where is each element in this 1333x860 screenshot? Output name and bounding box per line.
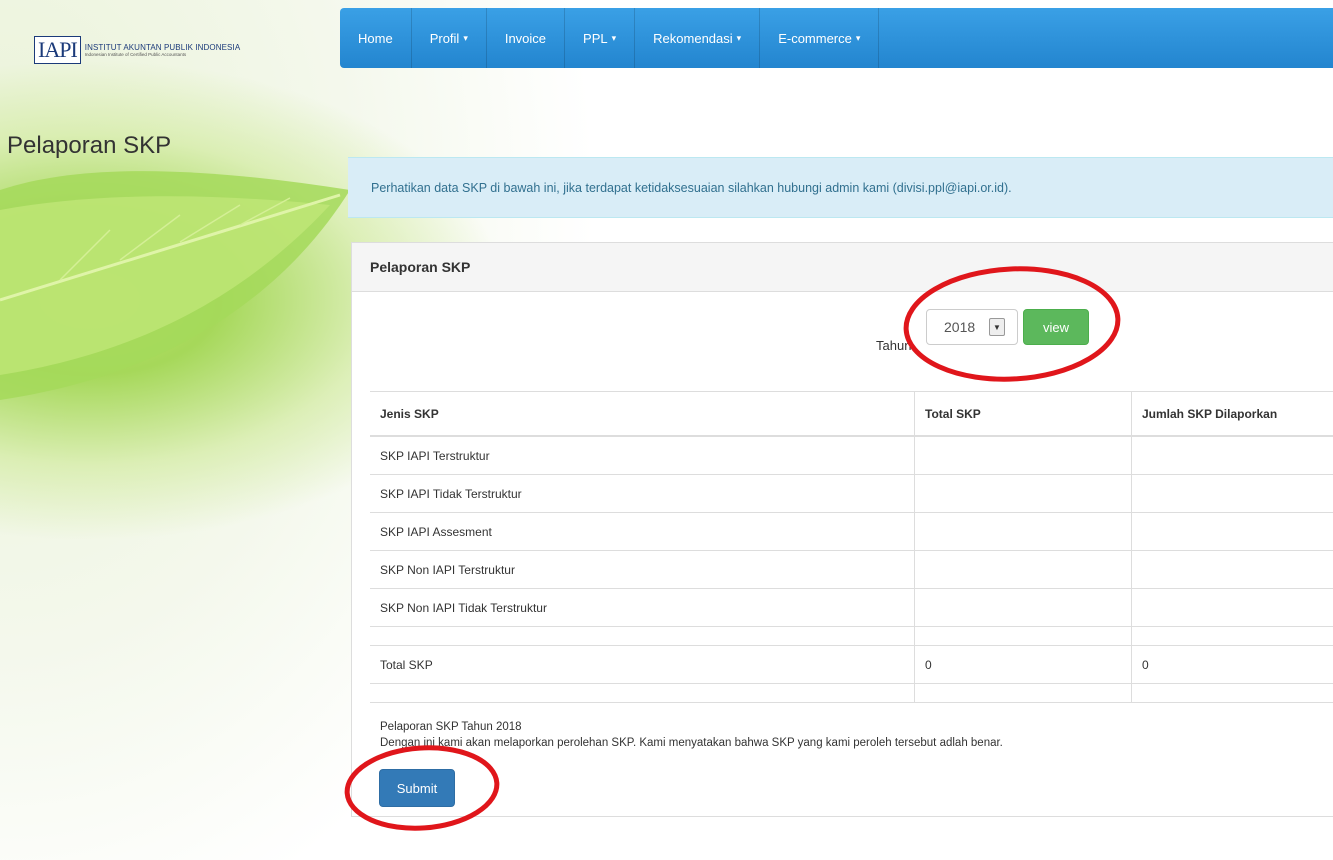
- table-cell: [914, 683, 1132, 703]
- info-alert: Perhatikan data SKP di bawah ini, jika t…: [348, 157, 1333, 218]
- logo-subtitle: Indonesian Institute of Certified Public…: [84, 52, 187, 57]
- skp-panel: Pelaporan SKP Tahun 2018 ▼ view Jenis SK…: [351, 242, 1333, 817]
- caret-down-icon: ▾: [463, 32, 468, 43]
- year-value: 2018: [944, 319, 976, 335]
- table-cell: 0: [914, 645, 1132, 684]
- panel-heading: Pelaporan SKP: [352, 243, 1333, 292]
- table-cell: [914, 588, 1132, 627]
- nav-home[interactable]: Home: [340, 8, 412, 68]
- column-header: Total SKP: [914, 391, 1132, 437]
- report-declaration: Dengan ini kami akan melaporkan peroleha…: [380, 737, 1003, 749]
- table-row: SKP IAPI Assesment: [370, 512, 1333, 551]
- table-row-total: Total SKP 0 0: [370, 645, 1333, 684]
- table-row: SKP Non IAPI Terstruktur: [370, 550, 1333, 589]
- skp-table: Jenis SKP Total SKP Jumlah SKP Dilaporka…: [370, 391, 1333, 703]
- nav-ecommerce[interactable]: E-commerce ▾: [760, 8, 880, 68]
- table-cell: SKP IAPI Terstruktur: [370, 436, 915, 475]
- table-cell: [914, 512, 1132, 551]
- view-button[interactable]: view: [1023, 309, 1089, 345]
- nav-ppl[interactable]: PPL ▾: [565, 8, 636, 68]
- table-cell: [370, 683, 915, 703]
- year-label: Tahun: [876, 338, 912, 353]
- table-cell: SKP Non IAPI Tidak Terstruktur: [370, 588, 915, 627]
- report-year-line: Pelaporan SKP Tahun 2018: [380, 721, 522, 733]
- table-cell: [1131, 588, 1333, 627]
- table-cell: [914, 474, 1132, 513]
- table-cell: SKP IAPI Tidak Terstruktur: [370, 474, 915, 513]
- logo-title: INSTITUT AKUNTAN PUBLIK INDONESIA: [84, 43, 241, 52]
- table-cell: SKP Non IAPI Terstruktur: [370, 550, 915, 589]
- page-title: Pelaporan SKP: [7, 132, 172, 160]
- nav-profil[interactable]: Profil ▾: [412, 8, 487, 68]
- table-cell: [1131, 474, 1333, 513]
- caret-down-icon: ▾: [611, 32, 617, 43]
- logo-mark: IAPI: [34, 36, 81, 64]
- table-cell: [370, 626, 915, 646]
- main-navbar: Home Profil ▾ Invoice PPL ▾ Rekomendasi ▾ E…: [340, 8, 1333, 68]
- table-row: SKP IAPI Tidak Terstruktur: [370, 474, 1333, 513]
- year-select[interactable]: 2018 ▼: [926, 309, 1018, 345]
- submit-button[interactable]: Submit: [379, 769, 455, 807]
- table-cell: [1131, 626, 1333, 646]
- table-cell: [914, 626, 1132, 646]
- table-header-row: Jenis SKP Total SKP Jumlah SKP Dilaporka…: [370, 391, 1333, 437]
- dropdown-arrow-icon[interactable]: ▼: [989, 318, 1005, 336]
- column-header: Jumlah SKP Dilaporkan: [1131, 391, 1333, 437]
- table-cell: [1131, 512, 1333, 551]
- caret-down-icon: ▾: [855, 32, 861, 43]
- table-cell: [914, 436, 1132, 475]
- column-header: Jenis SKP: [370, 391, 915, 437]
- table-cell: [914, 550, 1132, 589]
- caret-down-icon: ▾: [736, 32, 742, 43]
- table-row: SKP IAPI Terstruktur: [370, 436, 1333, 475]
- table-cell: [1131, 436, 1333, 475]
- table-cell: [1131, 683, 1333, 703]
- table-cell: SKP IAPI Assesment: [370, 512, 915, 551]
- report-statement: Pelaporan SKP Tahun 2018 Dengan ini kami…: [380, 719, 1003, 751]
- nav-rekomendasi[interactable]: Rekomendasi ▾: [635, 8, 761, 68]
- table-row-empty: [370, 683, 1333, 703]
- table-row: SKP Non IAPI Tidak Terstruktur: [370, 588, 1333, 627]
- table-cell: 0: [1131, 645, 1333, 684]
- table-cell: [1131, 550, 1333, 589]
- nav-invoice[interactable]: Invoice: [487, 8, 566, 68]
- leaf-image: [0, 171, 350, 400]
- table-cell: Total SKP: [370, 645, 915, 684]
- table-row-empty: [370, 626, 1333, 646]
- alert-text: Perhatikan data SKP di bawah ini, jika t…: [371, 180, 1012, 195]
- iapi-logo[interactable]: IAPI INSTITUT AKUNTAN PUBLIK INDONESIA I…: [34, 36, 240, 64]
